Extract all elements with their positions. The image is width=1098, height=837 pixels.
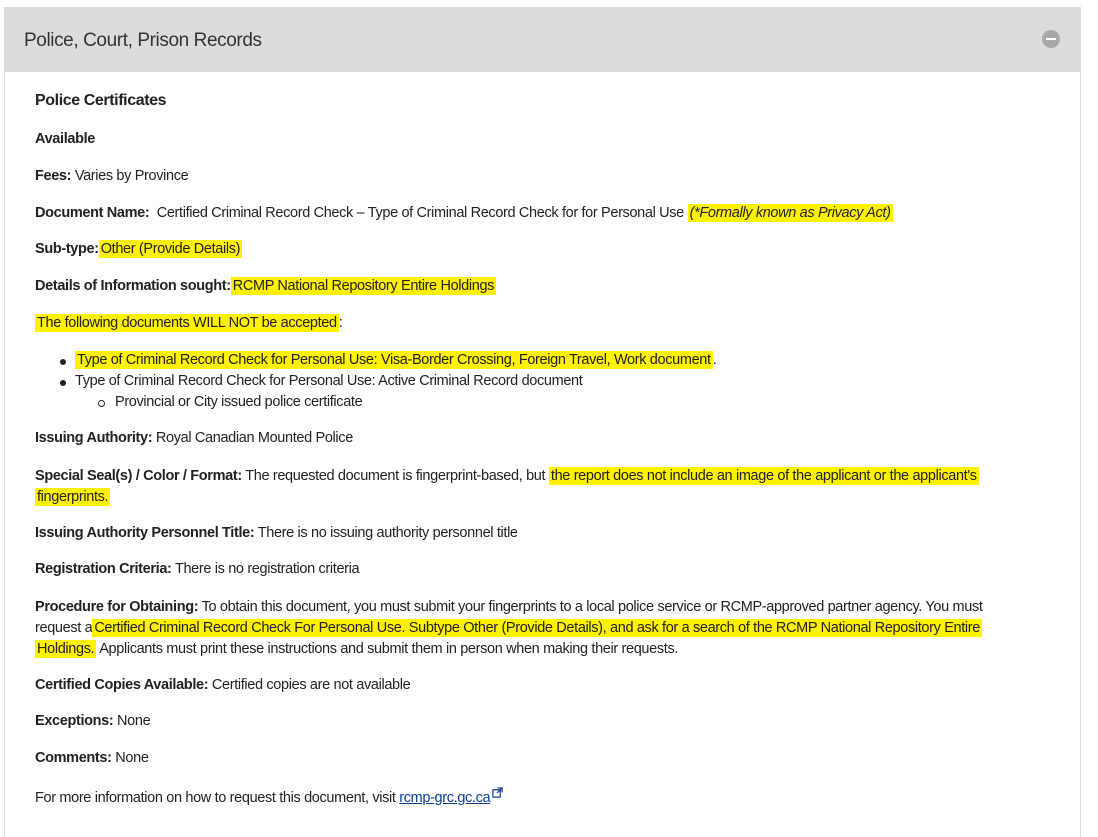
availability-status: Available xyxy=(35,131,95,147)
fees-value: Varies by Province xyxy=(74,168,189,184)
fees-row: Fees: Varies by Province xyxy=(35,168,189,184)
sub-list-item: Provincial or City issued police certifi… xyxy=(35,394,716,415)
rcmp-link[interactable]: rcmp-grc.gc.ca xyxy=(399,790,490,806)
subtype-value: Other (Provide Details) xyxy=(98,240,243,258)
special-seal-label: Special Seal(s) / Color / Format: xyxy=(35,468,242,484)
special-seal-row: Special Seal(s) / Color / Format: The re… xyxy=(35,467,979,506)
panel-title: Police, Court, Prison Records xyxy=(24,30,262,51)
not-accepted-list: Type of Criminal Record Check for Person… xyxy=(35,351,717,415)
collapse-minus-icon[interactable] xyxy=(1042,30,1060,48)
details-label: Details of Information sought: xyxy=(35,278,231,294)
registration-label: Registration Criteria: xyxy=(35,561,172,577)
details-value: RCMP National Repository Entire Holdings xyxy=(230,277,497,295)
procedure-row: Procedure for Obtaining: To obtain this … xyxy=(35,599,983,658)
list-item: Type of Criminal Record Check for Person… xyxy=(35,351,717,373)
issuing-authority-row: Issuing Authority: Royal Canadian Mounte… xyxy=(35,430,353,446)
exceptions-row: Exceptions: None xyxy=(35,713,151,729)
procedure-label: Procedure for Obtaining: xyxy=(35,599,199,615)
accordion-header[interactable]: Police, Court, Prison Records xyxy=(5,8,1080,72)
not-accepted-intro: The following documents WILL NOT be acce… xyxy=(35,314,343,332)
comments-row: Comments: None xyxy=(35,750,149,766)
list-item: Type of Criminal Record Check for Person… xyxy=(35,373,716,394)
document-name-note: (*Formally known as Privacy Act) xyxy=(687,204,893,222)
subtype-row: Sub-type: Other (Provide Details) xyxy=(35,240,243,258)
registration-row: Registration Criteria: There is no regis… xyxy=(35,561,360,577)
certified-copies-label: Certified Copies Available: xyxy=(35,677,209,693)
document-name-value: Certified Criminal Record Check – Type o… xyxy=(156,205,685,221)
fees-label: Fees: xyxy=(35,168,72,184)
details-row: Details of Information sought: RCMP Natio… xyxy=(35,277,497,295)
more-info-row: For more information on how to request t… xyxy=(35,787,503,806)
external-link-icon xyxy=(492,787,503,798)
document-name-label: Document Name: xyxy=(35,205,150,221)
personnel-title-row: Issuing Authority Personnel Title: There… xyxy=(35,525,518,541)
comments-label: Comments: xyxy=(35,750,112,766)
subtype-label: Sub-type: xyxy=(35,241,99,257)
section-heading: Police Certificates xyxy=(35,92,167,109)
certified-copies-row: Certified Copies Available: Certified co… xyxy=(35,677,411,693)
issuing-authority-value: Royal Canadian Mounted Police xyxy=(155,430,353,446)
accordion-panel: Police, Court, Prison Records Police Cer… xyxy=(4,7,1081,837)
issuing-authority-label: Issuing Authority: xyxy=(35,430,153,446)
document-name-row: Document Name: Certified Criminal Record… xyxy=(35,204,893,222)
exceptions-label: Exceptions: xyxy=(35,713,114,729)
personnel-title-label: Issuing Authority Personnel Title: xyxy=(35,525,255,541)
